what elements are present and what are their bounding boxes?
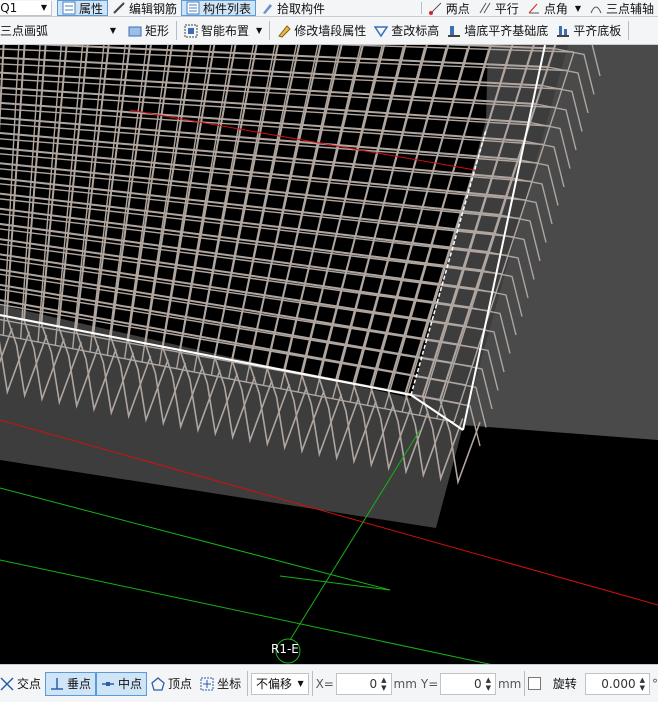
rectangle-button[interactable]: 矩形 [124, 17, 173, 44]
edit-rebar-label: 编辑钢筋 [129, 1, 178, 16]
coordinate-icon [200, 677, 214, 691]
three-point-axis-button[interactable]: 三点辅轴 [585, 0, 658, 16]
arc-mode-dropdown[interactable]: 三点画弧 ▼ [0, 20, 120, 41]
properties-button[interactable]: 属性 [57, 0, 109, 16]
midpoint-icon [101, 677, 115, 691]
rotate-input[interactable]: 0.000 ▲ ▼ [584, 672, 650, 695]
properties-icon [62, 1, 76, 15]
smart-layout-button[interactable]: 智能布置 ▼ [180, 17, 266, 44]
chevron-down-icon: ▼ [109, 26, 116, 35]
snap-midpoint-label: 中点 [118, 677, 143, 691]
modify-wall-button[interactable]: 修改墙段属性 [273, 17, 370, 44]
component-list-icon [186, 1, 200, 15]
x-offset-value: 0 [369, 676, 378, 691]
parallel-label: 平行 [494, 1, 519, 16]
toolbar-separator [176, 21, 178, 40]
component-list-button[interactable]: 构件列表 [181, 0, 257, 16]
toolbar-separator [269, 21, 271, 40]
component-dropdown[interactable]: DQ1 ▼ [0, 0, 52, 16]
elevation-icon [373, 24, 389, 38]
rotate-value: 0.000 [601, 676, 636, 691]
toolbar-separator [628, 21, 630, 40]
point-angle-label: 点角 [543, 1, 568, 16]
wall-align-base-icon [447, 24, 461, 38]
point-angle-icon [527, 1, 541, 15]
chevron-down-icon: ▼ [256, 26, 263, 35]
snap-statusbar: 交点 垂点 中点 顶点 坐标 不偏移 ▼ X= 0 ▲ ▼ mm Y= 0 ▲ ▼ … [0, 664, 658, 702]
rotate-checkbox[interactable] [528, 677, 541, 690]
rotate-unit: ° [651, 676, 658, 691]
point-angle-button[interactable]: 点角 ▼ [523, 0, 585, 16]
pick-component-icon [260, 1, 274, 15]
chevron-down-icon: ▼ [40, 3, 47, 12]
axis-label: R1-E [271, 642, 299, 656]
modify-wall-icon [277, 24, 291, 38]
3d-viewport[interactable]: R1-E [0, 11, 658, 701]
snap-perpendicular-label: 垂点 [67, 677, 92, 691]
edit-rebar-icon [112, 1, 126, 15]
offset-mode-dropdown[interactable]: 不偏移 ▼ [251, 672, 309, 695]
snap-vertex-label: 顶点 [168, 677, 193, 691]
rectangle-icon [128, 24, 142, 38]
snap-vertex-button[interactable]: 顶点 [147, 665, 196, 702]
parallel-button[interactable]: 平行 [474, 0, 523, 16]
perpendicular-icon [50, 677, 64, 691]
two-point-label: 两点 [445, 1, 470, 16]
top-toolbar: DQ1 ▼ 属性 编辑钢筋 构件列表 拾取构件 两点 平行 点角 [0, 0, 658, 17]
rotate-spinner-icon[interactable]: ▲ ▼ [640, 676, 645, 692]
offset-mode-value: 不偏移 [256, 677, 293, 691]
vertex-icon [151, 676, 165, 691]
pick-component-button[interactable]: 拾取构件 [256, 0, 329, 16]
align-slab-label: 平齐底板 [573, 24, 622, 38]
align-slab-button[interactable]: 平齐底板 [552, 17, 625, 44]
align-slab-icon [556, 24, 570, 38]
toolbar-separator [524, 670, 526, 697]
x-unit: mm [393, 676, 417, 691]
two-point-icon [428, 1, 443, 15]
three-point-axis-label: 三点辅轴 [605, 1, 654, 16]
y-offset-input[interactable]: 0 ▲ ▼ [440, 672, 496, 695]
y-spinner-icon[interactable]: ▲ ▼ [486, 676, 491, 692]
properties-label: 属性 [79, 1, 104, 16]
three-point-axis-icon [589, 1, 603, 15]
component-dropdown-value: DQ1 [0, 0, 18, 15]
rectangle-label: 矩形 [145, 24, 170, 38]
modify-wall-label: 修改墙段属性 [294, 24, 367, 38]
rotate-label: 旋转 [552, 677, 577, 691]
x-spinner-icon[interactable]: ▲ ▼ [381, 676, 386, 692]
component-list-label: 构件列表 [203, 1, 252, 16]
x-label: X= [315, 676, 334, 691]
drawing-toolbar: 三点画弧 ▼ 矩形 智能布置 ▼ 修改墙段属性 查改标高 墙底平齐基础底 平齐底… [0, 17, 658, 45]
snap-midpoint-button[interactable]: 中点 [96, 671, 148, 696]
intersection-icon [0, 676, 14, 691]
elevation-label: 查改标高 [391, 24, 440, 38]
snap-perpendicular-button[interactable]: 垂点 [45, 671, 97, 696]
smart-layout-icon [184, 24, 198, 38]
snap-coordinate-button[interactable]: 坐标 [196, 665, 245, 702]
elevation-button[interactable]: 查改标高 [370, 17, 443, 44]
toolbar-separator [311, 670, 313, 697]
arc-mode-value: 三点画弧 [0, 24, 49, 38]
toolbar-separator [420, 2, 422, 14]
y-unit: mm [497, 676, 522, 691]
rebar-wall-scene [0, 11, 658, 701]
snap-intersection-label: 交点 [17, 677, 42, 691]
snap-intersection-button[interactable]: 交点 [0, 665, 45, 702]
toolbar-separator [247, 670, 249, 697]
pick-component-label: 拾取构件 [277, 1, 326, 16]
x-offset-input[interactable]: 0 ▲ ▼ [335, 672, 392, 695]
chevron-down-icon: ▼ [574, 3, 581, 13]
chevron-down-icon: ▼ [297, 679, 304, 688]
two-point-button[interactable]: 两点 [425, 0, 474, 16]
parallel-icon [478, 1, 492, 15]
edit-rebar-button[interactable]: 编辑钢筋 [108, 0, 181, 16]
y-label: Y= [420, 676, 439, 691]
y-offset-value: 0 [473, 676, 482, 691]
wall-align-base-button[interactable]: 墙底平齐基础底 [443, 17, 552, 44]
wall-align-base-label: 墙底平齐基础底 [464, 24, 549, 38]
smart-layout-label: 智能布置 [201, 24, 250, 38]
snap-coordinate-label: 坐标 [217, 677, 242, 691]
